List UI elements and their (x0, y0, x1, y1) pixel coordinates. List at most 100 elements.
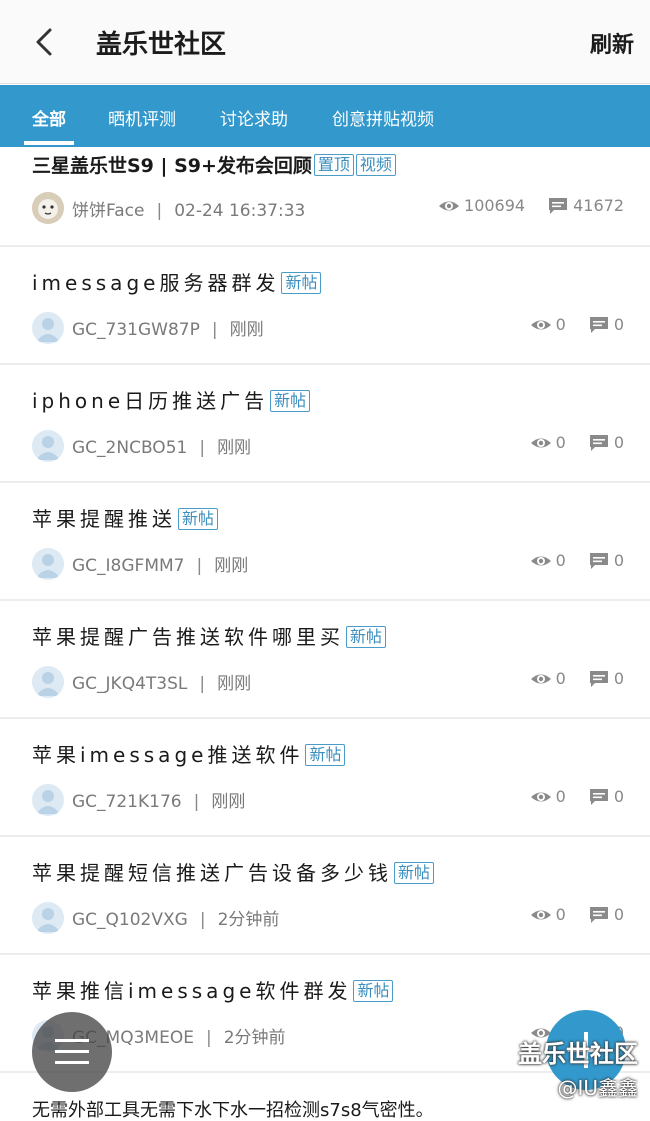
avatar[interactable] (32, 548, 64, 580)
post-tag-badge: 新帖 (353, 980, 394, 1002)
meta-separator: | (199, 674, 206, 694)
view-count: 100694 (464, 196, 526, 215)
post-item[interactable]: 苹果imessage推送软件 新帖 GC_721K176 | 刚刚 0 0 (0, 719, 650, 837)
post-title[interactable]: 苹果提醒短信推送广告设备多少钱 新帖 (32, 857, 435, 886)
avatar[interactable] (32, 902, 64, 934)
post-item[interactable]: imessage服务器群发 新帖 GC_731GW87P | 刚刚 0 0 (0, 247, 650, 365)
author-name[interactable]: GC_2NCBO51 (72, 438, 187, 458)
post-tag-badge: 置顶 (313, 154, 354, 176)
post-meta: GC_2NCBO51 | 刚刚 (72, 433, 251, 458)
post-title-text: 苹果提醒推送 (32, 507, 176, 531)
post-meta: GC_721K176 | 刚刚 (72, 787, 245, 812)
post-title[interactable]: imessage服务器群发 新帖 (32, 267, 322, 296)
eye-icon (530, 792, 551, 801)
meta-separator: | (193, 792, 200, 812)
comment-icon (589, 788, 608, 805)
post-meta: GC_731GW87P | 刚刚 (72, 315, 264, 340)
author-name[interactable]: 饼饼Face (72, 201, 144, 221)
eye-icon (530, 910, 551, 919)
post-time: 2分钟前 (217, 910, 280, 930)
tab-reviews[interactable]: 晒机评测 (108, 105, 176, 130)
meta-separator: | (211, 320, 218, 340)
post-tag-badge: 新帖 (281, 272, 322, 294)
post-tag-badge: 视频 (355, 154, 396, 176)
post-time: 刚刚 (217, 438, 252, 458)
back-arrow-icon[interactable] (28, 22, 68, 62)
author-name[interactable]: GC_JKQ4T3SL (72, 674, 187, 694)
avatar[interactable] (32, 312, 64, 344)
post-stats: 00 (530, 315, 624, 334)
post-meta: GC_JKQ4T3SL | 刚刚 (72, 669, 251, 694)
post-tag-badge: 新帖 (346, 626, 387, 648)
tab-creative-video[interactable]: 创意拼贴视频 (332, 105, 434, 130)
avatar[interactable] (32, 666, 64, 698)
post-title-text: 三星盖乐世S9 | S9+发布会回顾 (32, 155, 312, 177)
post-item[interactable]: 苹果提醒推送 新帖 GC_I8GFMM7 | 刚刚 0 0 (0, 483, 650, 601)
avatar-icon (36, 318, 60, 342)
post-time: 刚刚 (211, 792, 246, 812)
tab-discussion[interactable]: 讨论求助 (220, 105, 288, 130)
post-time: 刚刚 (214, 556, 249, 576)
post-title[interactable]: 三星盖乐世S9 | S9+发布会回顾 置顶 视频 (32, 151, 396, 178)
post-title[interactable]: 苹果imessage推送软件 新帖 (32, 739, 346, 768)
post-item[interactable]: 苹果提醒短信推送广告设备多少钱 新帖 GC_Q102VXG | 2分钟前 0 0 (0, 837, 650, 955)
post-title[interactable]: iphone日历推送广告 新帖 (32, 385, 311, 414)
post-item[interactable]: 三星盖乐世S9 | S9+发布会回顾 置顶 视频 饼饼Face | 02-24 16:37… (0, 147, 650, 247)
post-list[interactable]: 三星盖乐世S9 | S9+发布会回顾 置顶 视频 饼饼Face | 02-24 16:37… (0, 147, 650, 1073)
meta-separator: | (196, 556, 203, 576)
post-item[interactable]: iphone日历推送广告 新帖 GC_2NCBO51 | 刚刚 0 0 (0, 365, 650, 483)
avatar[interactable] (32, 192, 64, 224)
post-stats: 00 (530, 551, 624, 570)
comment-icon (589, 552, 608, 569)
view-count: 0 (555, 433, 566, 452)
app-header: 盖乐世社区 刷新 (0, 0, 650, 84)
post-title[interactable]: 苹果推信imessage软件群发 新帖 (32, 975, 394, 1004)
comment-count: 0 (613, 905, 624, 924)
meta-separator: | (199, 910, 206, 930)
post-stats: 00 (530, 669, 624, 688)
post-meta: GC_Q102VXG | 2分钟前 (72, 905, 279, 930)
comment-count: 0 (613, 669, 624, 688)
hamburger-icon (55, 1039, 89, 1042)
post-stats: 00 (530, 433, 624, 452)
author-name[interactable]: GC_I8GFMM7 (72, 556, 184, 576)
tab-all[interactable]: 全部 (32, 105, 66, 130)
post-time: 刚刚 (229, 320, 264, 340)
post-time: 2分钟前 (223, 1028, 286, 1048)
comment-count: 41672 (573, 196, 624, 215)
watermark-text: 盖乐世社区 (518, 1040, 638, 1068)
comment-count: 0 (613, 315, 624, 334)
post-title-text: imessage服务器群发 (32, 271, 280, 295)
post-title[interactable]: 苹果提醒推送 新帖 (32, 503, 219, 532)
partial-post-title[interactable]: 无需外部工具无需下水下水一招检测s7s8气密性。 (32, 1096, 434, 1121)
comment-icon (549, 197, 568, 214)
avatar-icon (36, 436, 60, 460)
page-title: 盖乐世社区 (96, 30, 227, 60)
avatar[interactable] (32, 430, 64, 462)
eye-icon (530, 674, 551, 683)
view-count: 0 (555, 669, 566, 688)
post-item[interactable]: 苹果提醒广告推送软件哪里买 新帖 GC_JKQ4T3SL | 刚刚 0 0 (0, 601, 650, 719)
category-tabs: 全部 晒机评测 讨论求助 创意拼贴视频 (0, 85, 650, 147)
post-stats: 00 (530, 787, 624, 806)
post-stats: 00 (530, 905, 624, 924)
comment-count: 0 (613, 551, 624, 570)
eye-icon (439, 201, 460, 210)
avatar[interactable] (32, 784, 64, 816)
meta-separator: | (156, 201, 163, 221)
eye-icon (530, 556, 551, 565)
refresh-button[interactable]: 刷新 (590, 27, 634, 59)
post-title[interactable]: 苹果提醒广告推送软件哪里买 新帖 (32, 621, 387, 650)
meta-separator: | (205, 1028, 212, 1048)
menu-fab-button[interactable] (32, 1012, 112, 1092)
hamburger-icon-bar (55, 1061, 89, 1064)
author-name[interactable]: GC_731GW87P (72, 320, 200, 340)
author-name[interactable]: GC_Q102VXG (72, 910, 188, 930)
hamburger-icon-bar (55, 1050, 89, 1053)
post-title-text: 苹果imessage推送软件 (32, 743, 304, 767)
comment-count: 0 (613, 433, 624, 452)
author-name[interactable]: GC_721K176 (72, 792, 182, 812)
meta-separator: | (199, 438, 206, 458)
post-meta: 饼饼Face | 02-24 16:37:33 (72, 196, 305, 221)
post-tag-badge: 新帖 (178, 508, 219, 530)
